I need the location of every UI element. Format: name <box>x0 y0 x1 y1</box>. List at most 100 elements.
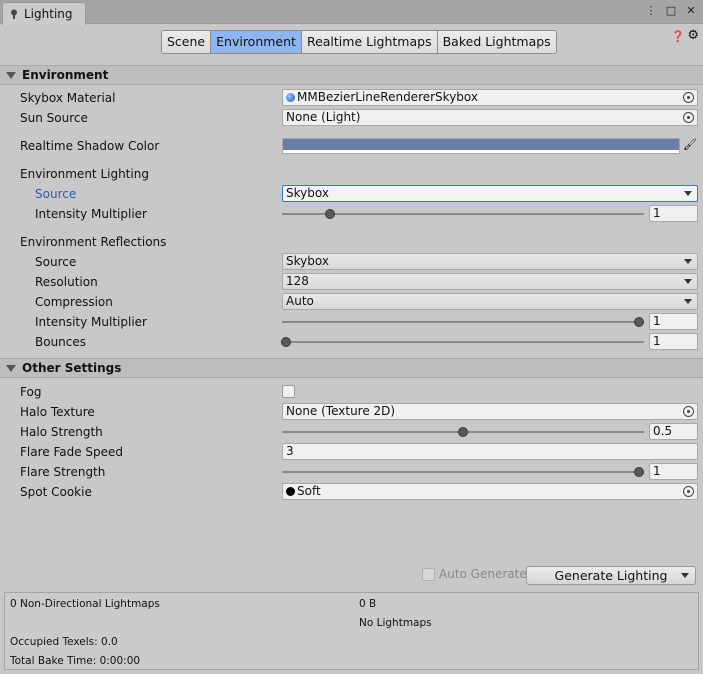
reflection-intensity-label: Intensity Multiplier <box>35 315 147 329</box>
compression-row: Compression Auto <box>0 292 703 312</box>
object-picker-icon[interactable] <box>683 486 694 497</box>
reflection-source-dropdown[interactable]: Skybox <box>282 253 698 270</box>
flare-strength-row: Flare Strength 1 <box>0 462 703 482</box>
maximize-icon[interactable]: □ <box>665 3 677 19</box>
reflection-source-value: Skybox <box>286 254 329 268</box>
reflection-intensity-slider-thumb[interactable] <box>634 317 644 327</box>
help-icon[interactable]: ❓ <box>671 30 685 43</box>
compression-dropdown[interactable]: Auto <box>282 293 698 310</box>
tab-baked-lightmaps[interactable]: Baked Lightmaps <box>437 31 556 53</box>
realtime-shadow-color-label: Realtime Shadow Color <box>20 139 160 153</box>
sun-source-field[interactable]: None (Light) <box>282 109 698 126</box>
halo-texture-label: Halo Texture <box>20 405 95 419</box>
other-settings-section-header[interactable]: Other Settings <box>0 358 703 378</box>
halo-strength-row: Halo Strength 0.5 <box>0 422 703 442</box>
halo-strength-input[interactable]: 0.5 <box>649 423 698 440</box>
flare-strength-slider-thumb[interactable] <box>634 467 644 477</box>
flare-fade-speed-input[interactable]: 3 <box>282 443 698 460</box>
lighting-intensity-input[interactable]: 1 <box>649 205 698 222</box>
chevron-down-icon[interactable] <box>681 573 689 578</box>
bounces-slider-track[interactable] <box>282 341 644 343</box>
flare-strength-label: Flare Strength <box>20 465 106 479</box>
resolution-value: 128 <box>286 274 309 288</box>
halo-texture-value: None (Texture 2D) <box>286 404 396 418</box>
section-title: Other Settings <box>22 361 122 375</box>
tab-scene[interactable]: Scene <box>162 31 212 53</box>
spot-cookie-value: Soft <box>297 484 321 498</box>
close-icon[interactable]: ✕ <box>685 3 697 19</box>
reflection-intensity-input[interactable]: 1 <box>649 313 698 330</box>
gear-icon[interactable]: ⚙ <box>687 28 699 43</box>
texture-thumbnail-icon <box>286 487 295 496</box>
fog-label: Fog <box>20 385 42 399</box>
lighting-toolbar: Scene Environment Realtime Lightmaps Bak… <box>0 24 703 60</box>
skybox-material-label: Skybox Material <box>20 91 116 105</box>
environment-section-header[interactable]: Environment <box>0 65 703 85</box>
reflection-intensity-slider-track[interactable] <box>282 321 644 323</box>
flare-fade-speed-label: Flare Fade Speed <box>20 445 124 459</box>
object-picker-icon[interactable] <box>683 92 694 103</box>
lighting-intensity-slider-track[interactable] <box>282 213 644 215</box>
realtime-shadow-color-row: Realtime Shadow Color 🖌 <box>0 136 703 156</box>
auto-generate-label: Auto Generate <box>439 567 527 581</box>
spot-cookie-row: Spot Cookie Soft <box>0 482 703 502</box>
flare-strength-slider-track[interactable] <box>282 471 644 473</box>
environment-lighting-label: Environment Lighting <box>20 167 149 181</box>
halo-strength-slider-thumb[interactable] <box>458 427 468 437</box>
spot-cookie-label: Spot Cookie <box>20 485 92 499</box>
bounces-slider-thumb[interactable] <box>281 337 291 347</box>
environment-reflections-label: Environment Reflections <box>20 235 167 249</box>
generate-bar: Auto Generate Generate Lighting <box>0 566 703 586</box>
reflection-intensity-row: Intensity Multiplier 1 <box>0 312 703 332</box>
fog-row: Fog <box>0 382 703 402</box>
eyedropper-icon[interactable]: 🖌 <box>683 138 697 151</box>
tab-environment[interactable]: Environment <box>211 31 302 53</box>
skybox-material-value: MMBezierLineRendererSkybox <box>297 90 478 104</box>
sun-source-row: Sun Source None (Light) <box>0 108 703 128</box>
bounces-row: Bounces 1 <box>0 332 703 352</box>
tab-title: Lighting <box>24 7 73 21</box>
lighting-source-row: Source Skybox <box>0 184 703 204</box>
flare-fade-speed-row: Flare Fade Speed 3 <box>0 442 703 462</box>
realtime-shadow-color-swatch[interactable] <box>282 138 680 154</box>
generate-lighting-label: Generate Lighting <box>554 568 668 583</box>
skybox-material-row: Skybox Material MMBezierLineRendererSkyb… <box>0 88 703 108</box>
chevron-down-icon <box>684 259 692 264</box>
object-picker-icon[interactable] <box>683 112 694 123</box>
sun-source-label: Sun Source <box>20 111 88 125</box>
skybox-material-field[interactable]: MMBezierLineRendererSkybox <box>282 89 698 106</box>
spot-cookie-field[interactable]: Soft <box>282 483 698 500</box>
lighting-source-dropdown[interactable]: Skybox <box>282 185 698 202</box>
chevron-down-icon <box>684 191 692 196</box>
total-bake-time-text: Total Bake Time: 0:00:00 <box>10 655 141 667</box>
reflection-source-label: Source <box>35 255 77 269</box>
fog-checkbox[interactable] <box>282 385 295 398</box>
sun-source-value: None (Light) <box>286 110 361 124</box>
lighting-intensity-row: Intensity Multiplier 1 <box>0 204 703 224</box>
lighting-mode-tabs: Scene Environment Realtime Lightmaps Bak… <box>161 30 557 54</box>
lighting-intensity-slider-thumb[interactable] <box>325 209 335 219</box>
non-directional-lightmaps-text: 0 Non-Directional Lightmaps <box>10 598 160 610</box>
auto-generate-checkbox[interactable] <box>422 567 435 581</box>
flare-strength-input[interactable]: 1 <box>649 463 698 480</box>
compression-label: Compression <box>35 295 113 309</box>
lighting-source-value: Skybox <box>286 186 329 200</box>
resolution-row: Resolution 128 <box>0 272 703 292</box>
section-title: Environment <box>22 68 109 82</box>
halo-strength-label: Halo Strength <box>20 425 103 439</box>
bounces-input[interactable]: 1 <box>649 333 698 350</box>
compression-value: Auto <box>286 294 314 308</box>
generate-lighting-button[interactable]: Generate Lighting <box>526 566 696 585</box>
object-picker-icon[interactable] <box>683 406 694 417</box>
no-lightmaps-text: No Lightmaps <box>359 617 432 629</box>
resolution-label: Resolution <box>35 275 98 289</box>
lighting-tab[interactable]: Lighting <box>2 2 86 25</box>
lightmap-stats-panel: 0 Non-Directional Lightmaps 0 B No Light… <box>4 592 699 670</box>
vertical-ellipsis-icon[interactable]: ⋮ <box>645 3 657 19</box>
resolution-dropdown[interactable]: 128 <box>282 273 698 290</box>
tab-realtime-lightmaps[interactable]: Realtime Lightmaps <box>301 31 438 53</box>
chevron-down-icon <box>684 279 692 284</box>
material-sphere-icon <box>286 93 295 102</box>
halo-texture-field[interactable]: None (Texture 2D) <box>282 403 698 420</box>
auto-generate-toggle[interactable]: Auto Generate <box>422 567 527 581</box>
